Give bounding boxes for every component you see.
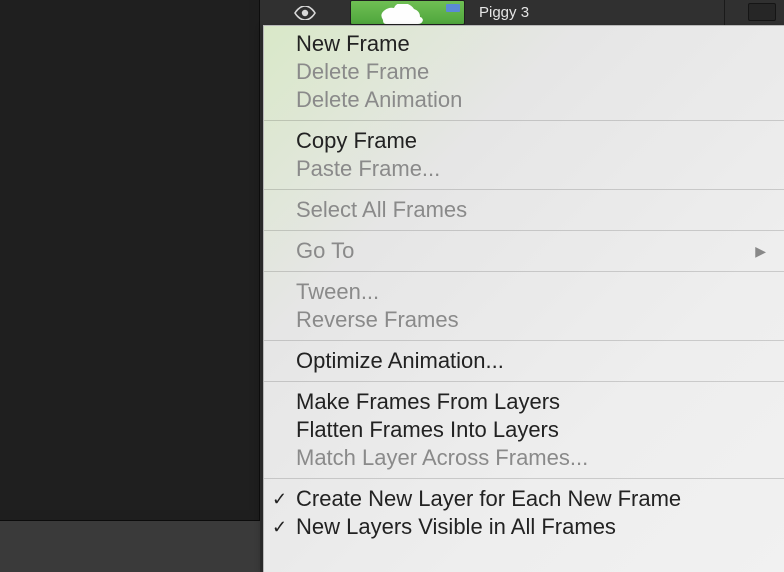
canvas-viewport	[0, 0, 249, 510]
menu-item-match-layer-across-frames: Match Layer Across Frames...	[264, 444, 784, 472]
checkmark-icon: ✓	[272, 517, 287, 538]
layer-row: Piggy 3	[260, 0, 784, 25]
bottom-panel-strip	[0, 520, 260, 572]
menu-item-label: Flatten Frames Into Layers	[296, 417, 559, 443]
layer-name-label[interactable]: Piggy 3	[479, 4, 529, 21]
menu-item-tween: Tween...	[264, 278, 784, 306]
menu-item-label: Reverse Frames	[296, 307, 459, 333]
menu-item-select-all-frames: Select All Frames	[264, 196, 784, 224]
menu-separator	[264, 478, 784, 479]
menu-item-label: Select All Frames	[296, 197, 467, 223]
menu-separator	[264, 120, 784, 121]
layer-visibility-toggle[interactable]	[260, 0, 350, 25]
menu-item-new-frame[interactable]: New Frame	[264, 30, 784, 58]
animation-panel-context-menu: New Frame Delete Frame Delete Animation …	[263, 25, 784, 572]
layer-thumbnail[interactable]	[350, 0, 465, 25]
menu-item-label: Tween...	[296, 279, 379, 305]
menu-item-make-frames-from-layers[interactable]: Make Frames From Layers	[264, 388, 784, 416]
submenu-arrow-icon: ▶	[755, 243, 766, 260]
right-panel-gutter	[724, 0, 784, 25]
menu-item-label: Copy Frame	[296, 128, 417, 154]
menu-separator	[264, 271, 784, 272]
eye-icon	[294, 6, 316, 20]
menu-item-label: Delete Frame	[296, 59, 429, 85]
menu-item-label: New Layers Visible in All Frames	[296, 514, 616, 540]
menu-item-create-new-layer-each-frame[interactable]: ✓ Create New Layer for Each New Frame	[264, 485, 784, 513]
menu-separator	[264, 189, 784, 190]
menu-item-reverse-frames: Reverse Frames	[264, 306, 784, 334]
panel-slot	[748, 3, 776, 21]
menu-item-label: Go To	[296, 238, 354, 264]
menu-item-label: Create New Layer for Each New Frame	[296, 486, 681, 512]
menu-item-new-layers-visible-all-frames[interactable]: ✓ New Layers Visible in All Frames	[264, 513, 784, 541]
menu-item-label: Make Frames From Layers	[296, 389, 560, 415]
checkmark-icon: ✓	[272, 489, 287, 510]
menu-item-paste-frame: Paste Frame...	[264, 155, 784, 183]
menu-separator	[264, 340, 784, 341]
menu-item-label: Paste Frame...	[296, 156, 440, 182]
menu-item-flatten-frames-into-layers[interactable]: Flatten Frames Into Layers	[264, 416, 784, 444]
menu-item-go-to: Go To ▶	[264, 237, 784, 265]
layer-color-tag	[446, 4, 460, 12]
menu-item-delete-frame: Delete Frame	[264, 58, 784, 86]
menu-item-label: Delete Animation	[296, 87, 462, 113]
menu-item-delete-animation: Delete Animation	[264, 86, 784, 114]
menu-separator	[264, 381, 784, 382]
menu-item-label: Match Layer Across Frames...	[296, 445, 588, 471]
workspace-canvas	[0, 0, 260, 520]
menu-separator	[264, 230, 784, 231]
menu-item-optimize-animation[interactable]: Optimize Animation...	[264, 347, 784, 375]
menu-item-label: Optimize Animation...	[296, 348, 504, 374]
menu-item-label: New Frame	[296, 31, 410, 57]
menu-item-copy-frame[interactable]: Copy Frame	[264, 127, 784, 155]
pig-silhouette-icon	[375, 4, 435, 25]
